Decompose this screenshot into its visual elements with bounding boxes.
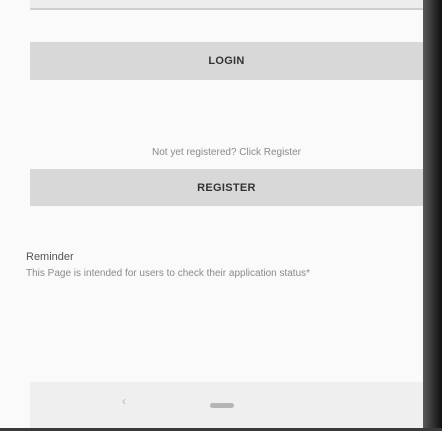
android-nav-bar: ‹ <box>30 382 423 428</box>
reminder-title: Reminder <box>26 251 74 263</box>
register-hint: Not yet registered? Click Register <box>152 147 301 158</box>
reminder-text: This Page is intended for users to check… <box>26 268 311 279</box>
home-icon[interactable] <box>210 403 234 408</box>
back-icon[interactable]: ‹ <box>122 394 126 408</box>
login-button[interactable]: LOGIN <box>30 42 423 80</box>
device-edge-shadow <box>423 0 442 431</box>
app-screen: LOGIN Not yet registered? Click Register… <box>0 0 423 428</box>
register-button[interactable]: REGISTER <box>30 169 423 206</box>
top-divider <box>30 0 423 10</box>
